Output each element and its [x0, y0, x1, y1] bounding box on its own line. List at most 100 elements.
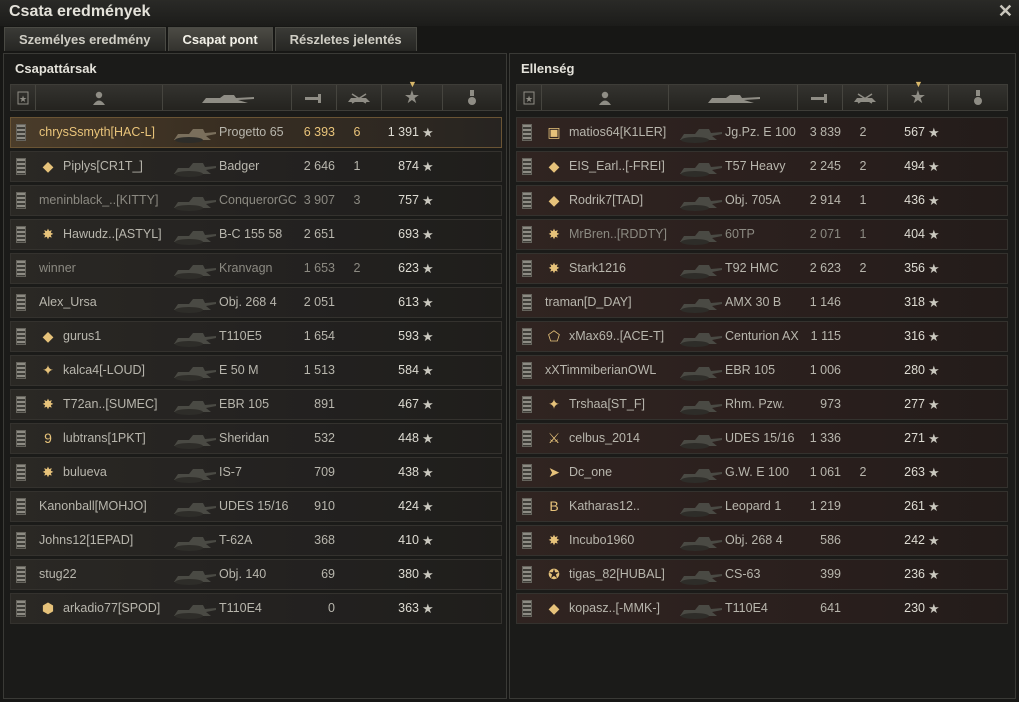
rank-badge-icon — [16, 192, 26, 209]
player-name[interactable]: Rodrik7[TAD] — [569, 186, 689, 215]
tank-name: EBR 105 — [725, 363, 776, 377]
player-row[interactable]: ✸ Incubo1960 Obj. 268 4 586 242 ★ — [516, 525, 1008, 556]
player-name[interactable]: Hawudz..[ASTYL] — [63, 220, 183, 249]
player-name[interactable]: Incubo1960 — [569, 526, 689, 555]
tank-column-icon[interactable] — [163, 85, 292, 110]
tank-column-icon[interactable] — [669, 85, 798, 110]
kills-column-icon[interactable] — [843, 85, 888, 110]
player-row[interactable]: ✸ MrBren..[RDDTY] 60TP 2 071 1 404 ★ — [516, 219, 1008, 250]
player-column-icon[interactable] — [36, 85, 163, 110]
player-row[interactable]: ➤ Dc_one G.W. E 100 1 061 2 263 ★ — [516, 457, 1008, 488]
player-row[interactable]: ⬠ xMax69..[ACE-T] Centurion AX 1 115 316 ★ — [516, 321, 1008, 352]
player-name[interactable]: Stark1216 — [569, 254, 689, 283]
tank-name: AMX 30 B — [725, 295, 782, 309]
tab-team-score[interactable]: Csapat pont — [167, 27, 273, 51]
damage-column-icon[interactable] — [292, 85, 337, 110]
player-name[interactable]: matios64[K1LER] — [569, 118, 689, 147]
tank-name: Centurion AX — [725, 329, 799, 343]
damage-column-icon[interactable] — [798, 85, 843, 110]
star-icon: ★ — [422, 295, 434, 310]
player-name[interactable]: lubtrans[1PKT] — [63, 424, 183, 453]
kills-value — [857, 594, 869, 623]
player-name[interactable]: chrysSsmyth[HAC-L] — [39, 118, 184, 147]
star-icon: ★ — [422, 363, 434, 378]
player-name[interactable]: Dc_one — [569, 458, 689, 487]
player-name[interactable]: traman[D_DAY] — [545, 288, 690, 317]
player-name[interactable]: Alex_Ursa — [39, 288, 184, 317]
player-name[interactable]: arkadio77[SPOD] — [63, 594, 183, 623]
player-row[interactable]: ✦ Trshaa[ST_F] Rhm. Pzw. 973 277 ★ — [516, 389, 1008, 420]
badge-column-icon[interactable]: ★ — [517, 85, 542, 110]
player-name[interactable]: MrBren..[RDDTY] — [569, 220, 689, 249]
medal-column-icon[interactable] — [949, 85, 1007, 110]
player-name[interactable]: Kanonball[MOHJO] — [39, 492, 184, 521]
player-row[interactable]: winner Kranvagn 1 653 2 623 ★ — [10, 253, 502, 284]
player-badge-icon: ⚔ — [547, 430, 561, 446]
player-row[interactable]: 9 lubtrans[1PKT] Sheridan 532 448 ★ — [10, 423, 502, 454]
tank-name: Obj. 705A — [725, 193, 781, 207]
xp-value: 318 — [904, 295, 925, 309]
player-name[interactable]: winner — [39, 254, 184, 283]
player-row[interactable]: ✸ Stark1216 T92 HMC 2 623 2 356 ★ — [516, 253, 1008, 284]
player-row[interactable]: ◆ EIS_Earl..[-FREI] T57 Heavy 2 245 2 494 ★ — [516, 151, 1008, 182]
player-name[interactable]: T72an..[SUMEC] — [63, 390, 183, 419]
player-name[interactable]: Trshaa[ST_F] — [569, 390, 689, 419]
tab-detailed-report[interactable]: Részletes jelentés — [274, 27, 417, 51]
player-name[interactable]: bulueva — [63, 458, 183, 487]
player-row[interactable]: ✸ Hawudz..[ASTYL] B-C 155 58 2 651 693 ★ — [10, 219, 502, 250]
xp-column-icon[interactable]: ▼ ★ — [888, 79, 949, 110]
title-bar: Csata eredmények ✕ — [0, 0, 1019, 26]
player-name[interactable]: tigas_82[HUBAL] — [569, 560, 689, 589]
player-row[interactable]: ▣ matios64[K1LER] Jg.Pz. E 100 3 839 2 567 ★ — [516, 117, 1008, 148]
player-row[interactable]: ✦ kalca4[-LOUD] E 50 M 1 513 584 ★ — [10, 355, 502, 386]
badge-column-icon[interactable]: ★ — [11, 85, 36, 110]
player-name[interactable]: xMax69..[ACE-T] — [569, 322, 689, 351]
tank-icon — [680, 401, 722, 415]
player-column-icon[interactable] — [542, 85, 669, 110]
star-icon: ★ — [928, 193, 940, 208]
player-name[interactable]: Johns12[1EPAD] — [39, 526, 184, 555]
player-name[interactable]: Katharas12.. — [569, 492, 689, 521]
kills-column-icon[interactable] — [337, 85, 382, 110]
player-name[interactable]: gurus1 — [63, 322, 183, 351]
star-icon: ★ — [928, 227, 940, 242]
player-name[interactable]: meninblack_..[KITTY] — [39, 186, 184, 215]
player-row[interactable]: Alex_Ursa Obj. 268 4 2 051 613 ★ — [10, 287, 502, 318]
xp-column-icon[interactable]: ▼ ★ — [382, 79, 443, 110]
xp-value: 448 — [398, 431, 419, 445]
player-row[interactable]: ◆ gurus1 T110E5 1 654 593 ★ — [10, 321, 502, 352]
star-icon: ★ — [928, 261, 940, 276]
player-row[interactable]: stug22 Obj. 140 69 380 ★ — [10, 559, 502, 590]
player-row[interactable]: traman[D_DAY] AMX 30 B 1 146 318 ★ — [516, 287, 1008, 318]
player-row[interactable]: chrysSsmyth[HAC-L] Progetto 65 6 393 6 1 391… — [10, 117, 502, 148]
player-name[interactable]: kalca4[-LOUD] — [63, 356, 183, 385]
player-name[interactable]: EIS_Earl..[-FREI] — [569, 152, 689, 181]
player-name[interactable]: kopasz..[-MMK-] — [569, 594, 689, 623]
player-row[interactable]: B Katharas12.. Leopard 1 1 219 261 ★ — [516, 491, 1008, 522]
player-row[interactable]: Johns12[1EPAD] T-62A 368 410 ★ — [10, 525, 502, 556]
player-row[interactable]: ◆ kopasz..[-MMK-] T110E4 641 230 ★ — [516, 593, 1008, 624]
player-row[interactable]: ✪ tigas_82[HUBAL] CS-63 399 236 ★ — [516, 559, 1008, 590]
player-row[interactable]: ✸ bulueva IS-7 709 438 ★ — [10, 457, 502, 488]
player-row[interactable]: xXTimmiberianOWL EBR 105 1 006 280 ★ — [516, 355, 1008, 386]
player-name[interactable]: xXTimmiberianOWL — [545, 356, 690, 385]
player-badge-icon: ◆ — [548, 600, 560, 616]
medal-column-icon[interactable] — [443, 85, 501, 110]
player-row[interactable]: ⬢ arkadio77[SPOD] T110E4 0 363 ★ — [10, 593, 502, 624]
tank-name: 60TP — [725, 227, 755, 241]
close-icon[interactable]: ✕ — [998, 1, 1013, 22]
player-name[interactable]: stug22 — [39, 560, 184, 589]
damage-value: 1 513 — [303, 363, 335, 377]
player-row[interactable]: ✸ T72an..[SUMEC] EBR 105 891 467 ★ — [10, 389, 502, 420]
player-row[interactable]: Kanonball[MOHJO] UDES 15/16 910 424 ★ — [10, 491, 502, 522]
player-row[interactable]: ⚔ celbus_2014 UDES 15/16 1 336 271 ★ — [516, 423, 1008, 454]
tab-personal-result[interactable]: Személyes eredmény — [4, 27, 166, 51]
player-name[interactable]: Piplys[CR1T_] — [63, 152, 183, 181]
player-row[interactable]: ◆ Piplys[CR1T_] Badger 2 646 1 874 ★ — [10, 151, 502, 182]
tank-icon — [680, 571, 722, 585]
player-row[interactable]: meninblack_..[KITTY] ConquerorGC 3 907 3 757… — [10, 185, 502, 216]
star-icon: ★ — [422, 397, 434, 412]
tank-name: Jg.Pz. E 100 — [725, 125, 796, 139]
player-name[interactable]: celbus_2014 — [569, 424, 689, 453]
player-row[interactable]: ◆ Rodrik7[TAD] Obj. 705A 2 914 1 436 ★ — [516, 185, 1008, 216]
